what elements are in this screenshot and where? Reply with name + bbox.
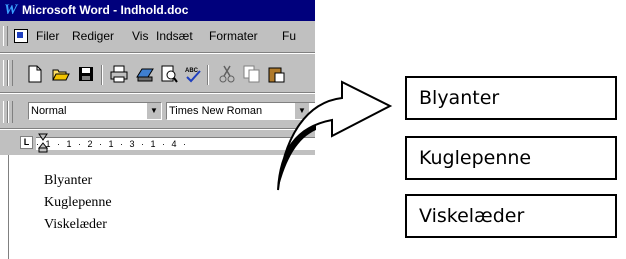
result-box-2: Kuglepenne: [405, 136, 617, 180]
chevron-down-icon[interactable]: ▼: [146, 103, 161, 119]
print-icon[interactable]: [110, 65, 128, 83]
toolbar-separator: [0, 52, 315, 54]
window-title: Microsoft Word - Indhold.doc: [22, 3, 189, 17]
cut-icon[interactable]: [218, 65, 236, 83]
toolbar-grip-2: [8, 60, 13, 86]
page-edge: [8, 155, 9, 259]
menu-funktioner[interactable]: Fu: [282, 29, 296, 43]
menu-filer[interactable]: Filer: [36, 29, 59, 43]
curved-arrow-icon: [277, 80, 393, 191]
new-document-icon[interactable]: [26, 65, 44, 83]
print-preview-icon[interactable]: [160, 65, 178, 83]
open-folder-icon[interactable]: [52, 65, 70, 83]
svg-text:ABC: ABC: [185, 68, 199, 74]
web-preview-icon[interactable]: [136, 65, 154, 83]
standard-toolbar: ABC: [0, 56, 315, 90]
word-window: W Microsoft Word - Indhold.doc Filer Red…: [0, 0, 315, 259]
menu-indsaet[interactable]: Indsæt: [156, 29, 193, 43]
menu-bar: Filer Rediger Vis Indsæt Formater Fu: [0, 24, 315, 48]
tab-selector[interactable]: L: [20, 136, 33, 149]
document-line-3[interactable]: Viskelæder: [44, 217, 107, 233]
ruler: L · 1 · 1 · 2 · 1 · 3 · 1 · 4 ·: [0, 131, 315, 155]
document-control-icon[interactable]: [14, 29, 28, 43]
menubar-grip[interactable]: [3, 26, 8, 46]
save-icon[interactable]: [77, 65, 95, 83]
toolbar-divider: [101, 65, 103, 85]
toolbar-divider-2: [207, 65, 209, 85]
result-box-1: Blyanter: [405, 76, 617, 120]
menu-rediger[interactable]: Rediger: [72, 29, 114, 43]
title-bar: W Microsoft Word - Indhold.doc: [0, 0, 315, 21]
document-area[interactable]: Blyanter Kuglepenne Viskelæder: [0, 155, 315, 259]
copy-icon[interactable]: [243, 65, 261, 83]
document-line-1[interactable]: Blyanter: [44, 173, 92, 189]
menu-vis[interactable]: Vis: [132, 29, 148, 43]
document-line-2[interactable]: Kuglepenne: [44, 195, 112, 211]
spelling-icon[interactable]: ABC: [184, 65, 202, 83]
toolbar-separator-2: [0, 92, 315, 94]
result-box-3: Viskelæder: [405, 194, 617, 238]
word-logo-icon: W: [4, 2, 18, 18]
font-select-value: Times New Roman: [169, 105, 263, 117]
formatting-toolbar: Normal ▼ Times New Roman ▼: [0, 98, 315, 126]
menu-formater[interactable]: Formater: [209, 29, 258, 43]
formatting-grip-2: [8, 101, 13, 123]
style-select[interactable]: Normal ▼: [28, 102, 162, 120]
style-select-value: Normal: [31, 105, 67, 117]
toolbar-separator-3: [0, 128, 315, 130]
indent-marker-icon[interactable]: [38, 133, 48, 153]
